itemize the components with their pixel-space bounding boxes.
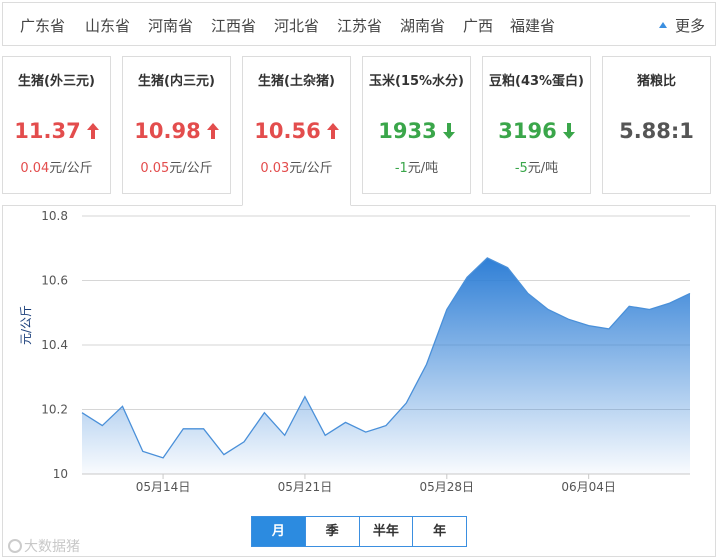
watermark-text: 大数据猪 [24, 539, 80, 555]
price-card-pig-local[interactable]: 生猪(土杂猪) 10.56 0.03元/公斤 [242, 56, 351, 206]
area-series [81, 257, 691, 474]
tab-half-year[interactable]: 半年 [360, 517, 414, 546]
y-tick-label: 10.4 [41, 338, 68, 352]
x-tick-label: 06月04日 [561, 480, 616, 494]
watermark-logo-icon [8, 539, 22, 553]
y-tick-label: 10.2 [41, 403, 68, 417]
card-price: 10.56 [243, 119, 350, 143]
x-tick-label: 05月28日 [420, 480, 475, 494]
y-axis-label: 元/公斤 [19, 304, 33, 345]
card-change: 0.03元/公斤 [243, 157, 350, 176]
y-tick-label: 10.8 [41, 209, 68, 223]
y-tick-label: 10.6 [41, 274, 68, 288]
area-fill [82, 257, 690, 474]
change-unit: 元/公斤 [289, 161, 333, 176]
tab-month[interactable]: 月 [252, 517, 306, 546]
x-tick-label: 05月14日 [136, 480, 191, 494]
tab-quarter[interactable]: 季 [306, 517, 360, 546]
x-tick-label: 05月21日 [278, 480, 333, 494]
tab-year[interactable]: 年 [413, 517, 466, 546]
range-tabs: 月 季 半年 年 [251, 516, 467, 547]
change-value: 0.03 [260, 161, 290, 176]
price-value: 10.56 [254, 119, 321, 143]
y-tick-label: 10 [53, 467, 68, 481]
price-chart: 10 10.2 10.4 10.6 10.8 05月14日 05月21日 05月28日 06月0… [41, 209, 691, 494]
arrow-up-icon [326, 123, 339, 139]
watermark: 大数据猪 [8, 536, 80, 556]
card-name: 生猪(土杂猪) [258, 74, 335, 89]
